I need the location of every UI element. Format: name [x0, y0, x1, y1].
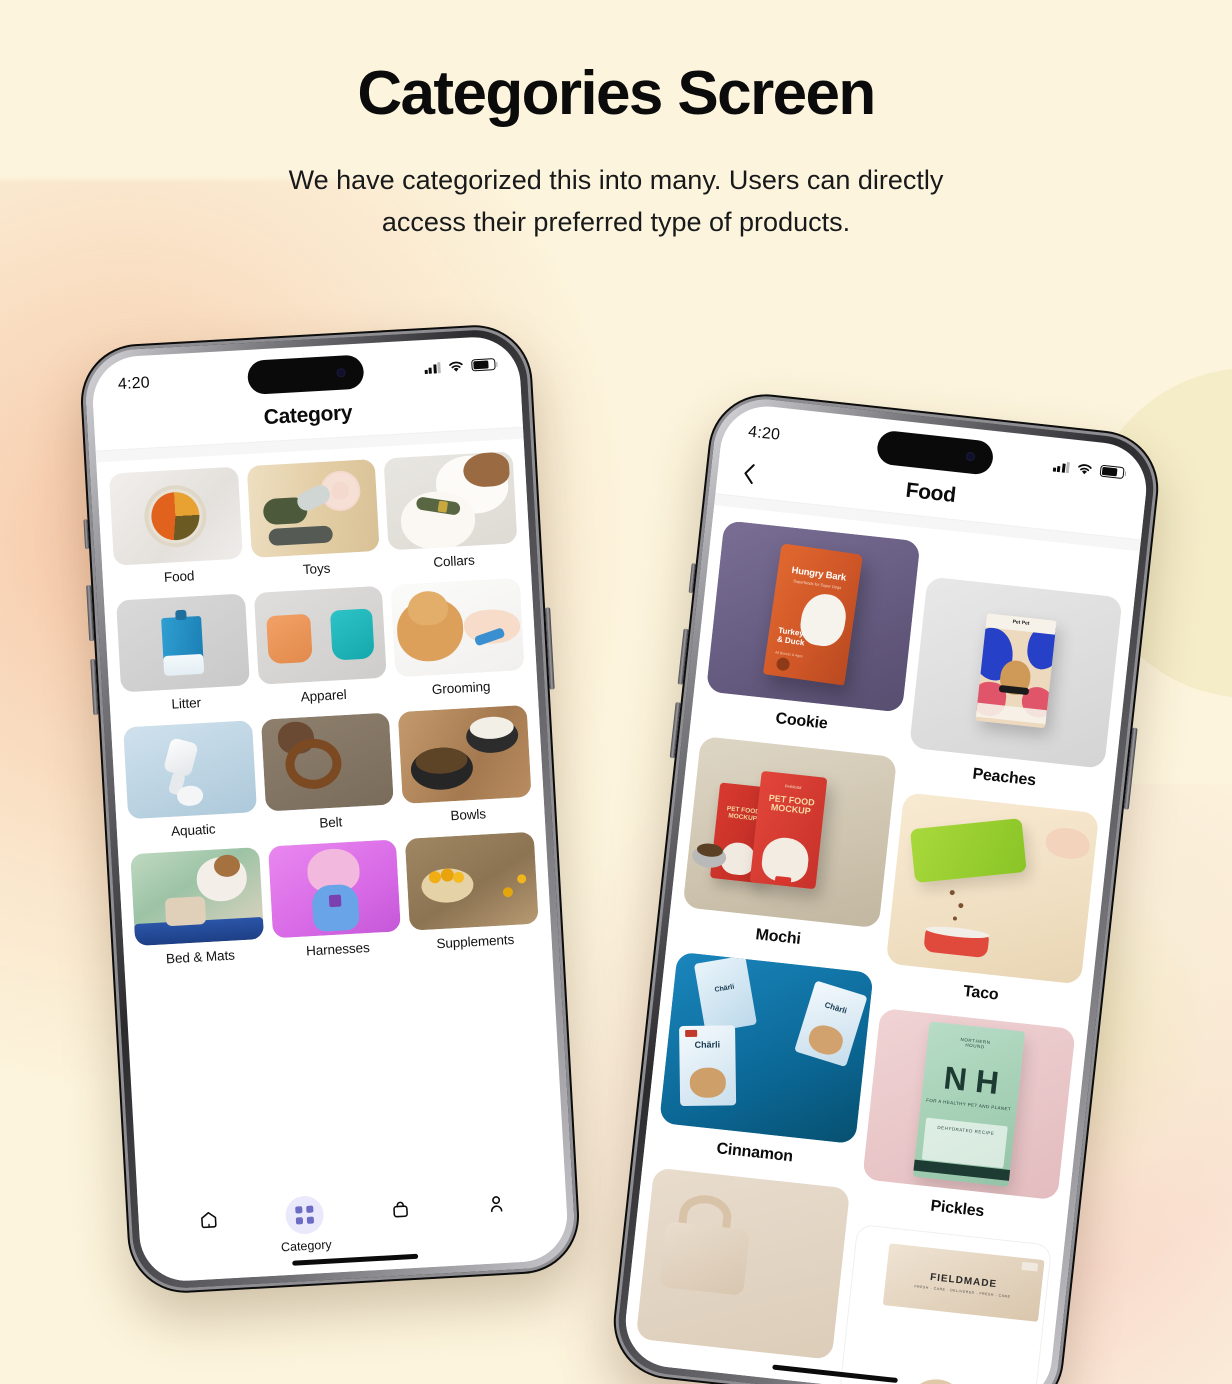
- product-cell[interactable]: FIELDMADE FRESH · CARE · DELIVERED · FRE…: [836, 1223, 1053, 1384]
- status-time: 4:20: [747, 423, 781, 444]
- mute-switch[interactable]: [83, 519, 90, 550]
- home-icon: [201, 1211, 217, 1229]
- beagle-on-blue-bed-icon: [130, 847, 264, 947]
- tab-category-label: Category: [280, 1237, 333, 1255]
- category-cell[interactable]: Apparel: [253, 585, 388, 718]
- product-cell[interactable]: NORTHERN HOUND N H FOR A HEALTHY PET AND …: [858, 1007, 1076, 1239]
- category-grid: Food Toys Collars Litter Apparel Groomin…: [108, 451, 541, 979]
- tab-category[interactable]: Category: [273, 1194, 338, 1254]
- person-icon: [490, 1196, 503, 1213]
- green-pouch-pouring-kibble-image: [885, 792, 1100, 985]
- page-title: Categories Screen: [357, 59, 876, 128]
- product-cell[interactable]: Taco: [881, 792, 1100, 1023]
- northern-hound-nh-pouch-image: NORTHERN HOUND N H FOR A HEALTHY PET AND …: [861, 1007, 1076, 1201]
- category-cell[interactable]: Supplements: [405, 831, 540, 964]
- status-time: 4:20: [117, 374, 151, 394]
- bag-icon: [393, 1201, 408, 1218]
- black-ceramic-bowls-wood-icon: [398, 704, 532, 804]
- hungry-bark-turkey-duck-bag-image: Hungry Bark Superfoods for Super Dogs Tu…: [706, 520, 920, 713]
- bag-pill: [380, 1190, 420, 1230]
- fieldmade-package-partial-image: FIELDMADE FRESH · CARE · DELIVERED · FRE…: [838, 1223, 1053, 1384]
- home-indicator[interactable]: [292, 1253, 419, 1266]
- hero-section: Categories Screen We have categorized th…: [0, 59, 1232, 244]
- tab-profile[interactable]: [464, 1184, 528, 1230]
- dynamic-island: [246, 354, 365, 395]
- tab-bag[interactable]: [368, 1189, 432, 1235]
- product-cell[interactable]: Pet Pet Peaches: [904, 576, 1123, 808]
- tab-home[interactable]: [177, 1200, 241, 1246]
- charli-blue-dog-food-bags-image: Chärli Chärli Chärli: [659, 951, 874, 1144]
- category-cell[interactable]: Bed & Mats: [130, 847, 265, 979]
- phone-screen-category: 4:20 Category Food Toys Collars Litter A…: [90, 334, 570, 1284]
- category-cell[interactable]: Bowls: [398, 704, 533, 837]
- product-cell[interactable]: [633, 1167, 850, 1381]
- hand-holding-leather-belt-icon: [260, 712, 395, 812]
- category-cell[interactable]: Litter: [116, 593, 251, 725]
- wifi-icon: [449, 361, 463, 372]
- red-pet-food-mockup-bags-image: PET FOOD MOCKUP PetWorld PET FOOD MOCKUP: [682, 736, 897, 929]
- product-cell[interactable]: Hungry Bark Superfoods for Super Dogs Tu…: [702, 520, 920, 751]
- category-cell[interactable]: Belt: [260, 712, 396, 845]
- product-cell[interactable]: Chärli Chärli Chärli Cinnamon: [655, 951, 874, 1183]
- battery-icon: [471, 358, 496, 372]
- amber-oil-capsules-spoon-icon: [405, 831, 539, 931]
- profile-pill: [476, 1184, 516, 1224]
- chew-toys-wood-board-icon: [246, 458, 380, 558]
- dog-food-bowl-marble-icon: [108, 466, 243, 566]
- category-cell[interactable]: Food: [108, 466, 244, 599]
- screen-title: Category: [263, 401, 353, 430]
- category-cell[interactable]: Aquatic: [123, 720, 258, 852]
- category-cell[interactable]: Toys: [246, 458, 381, 591]
- bulldog-blue-harness-pink-icon: [267, 839, 402, 939]
- screen-title: Food: [904, 478, 957, 508]
- wifi-icon: [1078, 463, 1092, 474]
- food-scroll-area[interactable]: Hungry Bark Superfoods for Super Dogs Tu…: [621, 505, 1140, 1384]
- category-cell[interactable]: Grooming: [390, 578, 526, 710]
- food-grid: Hungry Bark Superfoods for Super Dogs Tu…: [629, 520, 1126, 1384]
- chevron-left-icon: [743, 464, 755, 484]
- orange-teal-pet-shirts-icon: [253, 585, 388, 685]
- beige-tote-bag-partial-image: [635, 1167, 850, 1360]
- product-cell[interactable]: PET FOOD MOCKUP PetWorld PET FOOD MOCKUP M…: [678, 736, 897, 967]
- battery-icon: [1099, 464, 1125, 480]
- front-camera-icon: [965, 451, 976, 462]
- front-camera-icon: [336, 367, 346, 378]
- signal-bars-icon: [1052, 460, 1070, 473]
- grid-icon: [295, 1205, 314, 1225]
- blue-dairy-carton-icon: [116, 593, 250, 693]
- category-pill: [284, 1195, 325, 1236]
- petpet-patterned-pouch-image: Pet Pet: [908, 576, 1123, 769]
- phone-mockup-category: 4:20 Category Food Toys Collars Litter A…: [77, 322, 583, 1296]
- dog-wearing-green-collar-icon: [383, 451, 518, 551]
- category-cell[interactable]: Harnesses: [267, 839, 403, 971]
- category-cell[interactable]: Collars: [383, 451, 519, 583]
- page-subtitle: We have categorized this into many. User…: [288, 165, 944, 238]
- category-scroll-area[interactable]: Food Toys Collars Litter Apparel Groomin…: [96, 438, 553, 980]
- home-pill: [189, 1200, 229, 1240]
- back-button[interactable]: [734, 459, 763, 488]
- signal-bars-icon: [424, 361, 441, 374]
- pomeranian-nail-clipping-icon: [390, 578, 525, 678]
- white-aquarium-filter-icon: [123, 720, 257, 820]
